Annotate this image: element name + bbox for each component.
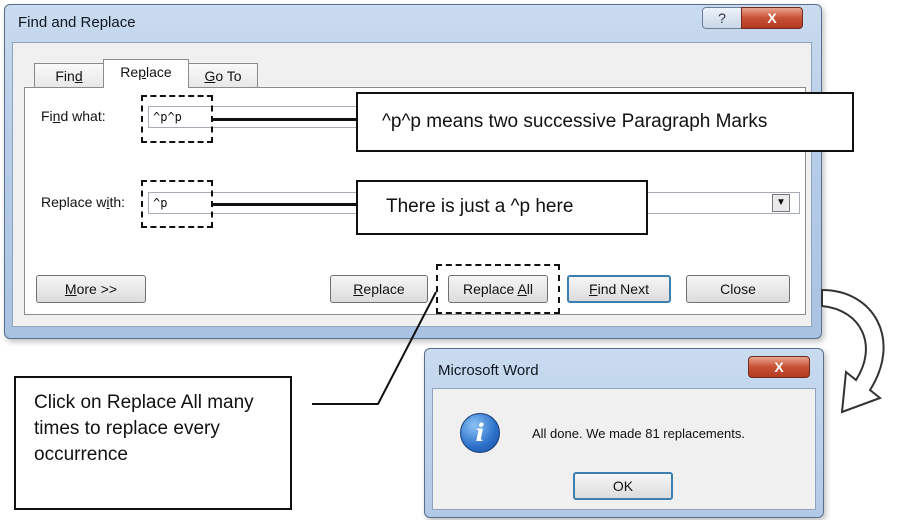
curved-arrow-icon xyxy=(821,288,885,414)
side-callout-leader xyxy=(312,291,437,405)
side-callout: Click on Replace All many times to repla… xyxy=(14,376,292,510)
